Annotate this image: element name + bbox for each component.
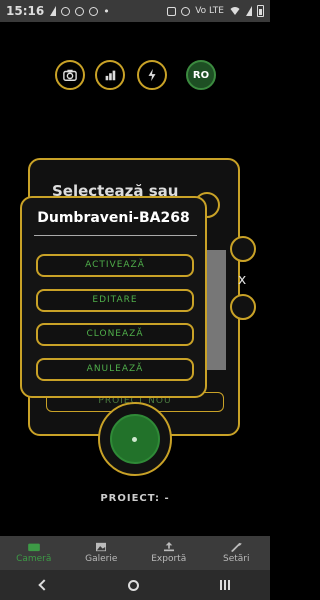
system-navigation [0, 570, 270, 600]
settings-status-icon [89, 6, 99, 16]
panel-close-icon[interactable]: x [238, 272, 246, 288]
panel-side-button-bottom[interactable] [230, 294, 256, 320]
nav-export-label: Exportă [151, 554, 187, 564]
home-icon[interactable] [128, 579, 140, 591]
signal-icon [246, 6, 252, 16]
project-dialog: Dumbraveni-BA268 ACTIVEAZĂ EDITARE CLONE… [20, 196, 207, 398]
nav-camera-label: Cameră [16, 554, 52, 564]
clone-button[interactable]: CLONEAZĂ [36, 323, 194, 346]
gallery-icon [96, 542, 107, 552]
signal-button[interactable] [95, 60, 125, 90]
camera-toolbar: RO [0, 60, 270, 92]
status-time: 15:16 [6, 4, 45, 18]
cancel-button[interactable]: ANULEAZĂ [36, 358, 194, 381]
recents-icon[interactable] [219, 580, 230, 590]
drive-icon [50, 6, 57, 16]
camera-mode-button[interactable] [55, 60, 85, 90]
panel-side-button-top[interactable] [230, 236, 256, 262]
dot-icon: • [103, 4, 110, 18]
bars-icon [105, 70, 116, 81]
dialog-divider [34, 235, 197, 236]
nav-settings-label: Setări [223, 554, 250, 564]
back-icon[interactable] [38, 579, 50, 591]
wifi-icon [229, 7, 241, 15]
battery-icon [257, 5, 264, 17]
project-label: PROIECT: - [100, 493, 170, 504]
volte-label: Vo LTE [195, 6, 224, 16]
settings-icon [231, 542, 243, 552]
nav-settings[interactable]: Setări [203, 536, 271, 570]
camera-icon [63, 69, 77, 81]
alarm-icon [167, 6, 177, 16]
sync-icon [75, 6, 85, 16]
nav-gallery-label: Galerie [85, 554, 118, 564]
language-button[interactable]: RO [186, 60, 216, 90]
flash-button[interactable] [137, 60, 167, 90]
nav-gallery[interactable]: Galerie [68, 536, 136, 570]
bottom-navigation: Cameră Galerie Exportă Setări [0, 536, 270, 570]
nav-export[interactable]: Exportă [135, 536, 203, 570]
export-icon [163, 542, 174, 552]
edit-button[interactable]: EDITARE [36, 289, 194, 312]
activate-button[interactable]: ACTIVEAZĂ [36, 254, 194, 277]
nav-camera[interactable]: Cameră [0, 536, 68, 570]
camera-icon [27, 543, 40, 552]
flash-icon [148, 68, 156, 82]
dialog-title: Dumbraveni-BA268 [37, 210, 190, 226]
dnd-icon [181, 6, 191, 16]
notification-icon [61, 6, 71, 16]
status-bar: 15:16 • Vo LTE [0, 0, 270, 22]
shutter-dot [132, 437, 137, 442]
